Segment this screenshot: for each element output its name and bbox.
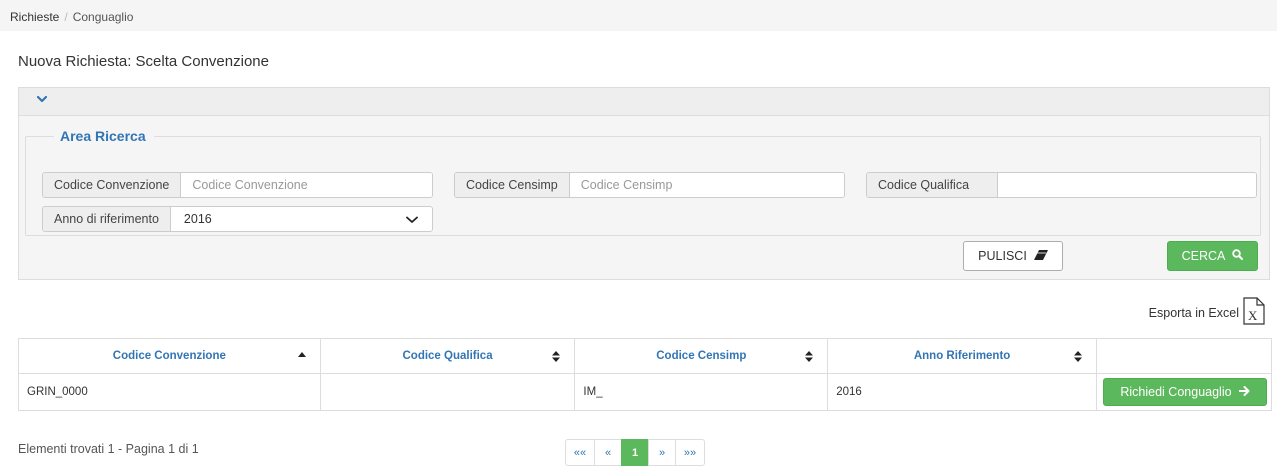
cell-codice-qualifica xyxy=(319,373,576,411)
excel-file-icon: X xyxy=(1243,297,1265,328)
search-icon xyxy=(1232,249,1244,263)
pagination-current[interactable]: 1 xyxy=(621,439,649,466)
column-header-actions xyxy=(1095,338,1273,374)
sort-icon xyxy=(1073,351,1082,362)
column-header-label: Codice Convenzione xyxy=(112,350,226,362)
search-area-legend: Area Ricerca xyxy=(60,128,146,144)
pagination-next[interactable]: » xyxy=(648,439,676,466)
sort-icon xyxy=(805,351,814,362)
codice-convenzione-input[interactable] xyxy=(181,173,432,197)
codice-convenzione-label: Codice Convenzione xyxy=(43,173,182,197)
search-area: Area Ricerca Codice Convenzione Codice C… xyxy=(25,128,1261,236)
chevron-down-icon xyxy=(406,216,418,223)
search-button[interactable]: CERCA xyxy=(1167,241,1258,271)
column-header-label: Codice Qualifica xyxy=(402,350,493,362)
codice-qualifica-label: Codice Qualifica xyxy=(867,173,999,197)
eraser-icon xyxy=(1033,249,1048,263)
pagination: «« « 1 » »» xyxy=(565,439,705,466)
anno-riferimento-select[interactable]: 2016 xyxy=(171,207,432,231)
anno-riferimento-label: Anno di riferimento xyxy=(43,207,171,231)
pagination-first[interactable]: «« xyxy=(565,439,595,466)
column-header-label: Codice Censimp xyxy=(656,350,747,362)
arrow-right-icon xyxy=(1238,385,1250,399)
pagination-last[interactable]: »» xyxy=(675,439,705,466)
column-header-codice-censimp[interactable]: Codice Censimp xyxy=(574,338,829,374)
column-header-codice-convenzione[interactable]: Codice Convenzione xyxy=(18,338,321,374)
svg-text:X: X xyxy=(1248,308,1258,323)
export-excel-label: Esporta in Excel xyxy=(1148,305,1239,320)
codice-convenzione-group: Codice Convenzione xyxy=(42,172,433,198)
column-header-codice-qualifica[interactable]: Codice Qualifica xyxy=(319,338,576,374)
column-header-anno-riferimento[interactable]: Anno Riferimento xyxy=(827,338,1097,374)
breadcrumb-item-richieste[interactable]: Richieste xyxy=(10,10,59,24)
cell-actions: Richiedi Conguaglio xyxy=(1095,373,1273,411)
panel-header[interactable] xyxy=(19,88,1269,116)
cell-anno-riferimento: 2016 xyxy=(827,373,1097,411)
column-header-label: Anno Riferimento xyxy=(913,350,1011,362)
search-button-label: CERCA xyxy=(1181,249,1226,263)
clear-button-label: PULISCI xyxy=(978,249,1027,263)
results-table: Codice Convenzione Codice Qualifica Codi… xyxy=(18,338,1273,411)
anno-riferimento-group: Anno di riferimento 2016 xyxy=(42,206,433,232)
breadcrumb-item-conguaglio: Conguaglio xyxy=(72,10,134,24)
codice-censimp-group: Codice Censimp xyxy=(454,172,845,198)
codice-censimp-label: Codice Censimp xyxy=(455,173,570,197)
codice-censimp-input[interactable] xyxy=(569,173,844,197)
richiedi-conguaglio-label: Richiedi Conguaglio xyxy=(1120,385,1232,399)
codice-qualifica-group: Codice Qualifica xyxy=(866,172,1257,198)
breadcrumb: Richieste / Conguaglio xyxy=(0,0,1277,31)
breadcrumb-separator: / xyxy=(64,10,68,24)
results-summary: Elementi trovati 1 - Pagina 1 di 1 xyxy=(18,442,199,456)
cell-codice-convenzione: GRIN_0000 xyxy=(18,373,321,411)
export-excel-link[interactable]: Esporta in Excel X xyxy=(1149,297,1265,328)
cell-codice-censimp: IM_ xyxy=(574,373,829,411)
sort-ascending-icon xyxy=(297,352,306,357)
pagination-prev[interactable]: « xyxy=(594,439,622,466)
page-title: Nuova Richiesta: Scelta Convenzione xyxy=(18,53,269,70)
chevron-down-icon[interactable] xyxy=(37,94,1269,104)
richiedi-conguaglio-button[interactable]: Richiedi Conguaglio xyxy=(1102,378,1267,406)
table-row: GRIN_0000 IM_ 2016 Richiedi Conguaglio xyxy=(18,373,1273,411)
clear-button[interactable]: PULISCI xyxy=(963,241,1063,271)
sort-icon xyxy=(552,351,561,362)
search-panel: Area Ricerca Codice Convenzione Codice C… xyxy=(18,87,1270,280)
codice-qualifica-input[interactable] xyxy=(998,173,1256,197)
anno-riferimento-value: 2016 xyxy=(183,212,212,226)
table-header-row: Codice Convenzione Codice Qualifica Codi… xyxy=(18,338,1273,374)
